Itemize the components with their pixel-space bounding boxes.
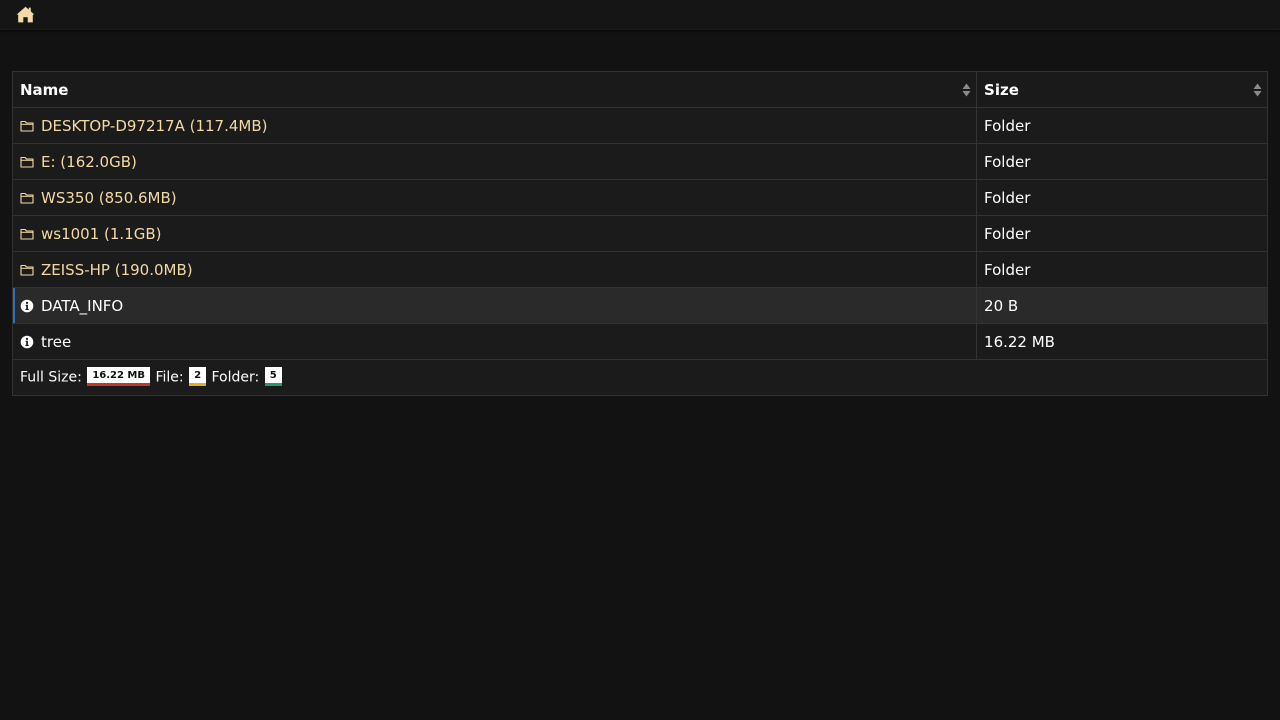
sort-icon[interactable] — [962, 83, 971, 97]
folder-icon — [20, 156, 34, 168]
table-row[interactable]: WS350 (850.6MB) Folder — [11, 179, 1268, 216]
name-cell[interactable]: ws1001 (1.1GB) — [11, 215, 978, 252]
file-table: Name Size DESKTOP-D97217A (117.4MB) Fold… — [11, 71, 1268, 396]
full-size-badge: 16.22 MB — [87, 367, 150, 386]
name-cell[interactable]: DESKTOP-D97217A (117.4MB) — [11, 107, 978, 144]
table-header-row: Name Size — [11, 71, 1268, 108]
size-cell: Folder — [976, 215, 1268, 252]
info-icon — [20, 299, 34, 312]
table-row[interactable]: E: (162.0GB) Folder — [11, 143, 1268, 180]
column-header-size-label: Size — [984, 80, 1019, 99]
sort-icon[interactable] — [1253, 83, 1262, 97]
name-cell[interactable]: WS350 (850.6MB) — [11, 179, 978, 216]
folder-icon — [20, 264, 34, 276]
column-header-name-label: Name — [20, 80, 69, 99]
size-cell: Folder — [976, 251, 1268, 288]
table-row[interactable]: ZEISS-HP (190.0MB) Folder — [11, 251, 1268, 288]
file-table-container: Name Size DESKTOP-D97217A (117.4MB) Fold… — [11, 71, 1268, 396]
summary-cell: Full Size: 16.22 MB File: 2 Folder: 5 — [12, 359, 1268, 396]
folder-link[interactable]: ws1001 (1.1GB) — [41, 225, 162, 243]
column-header-name[interactable]: Name — [11, 71, 978, 108]
name-cell[interactable]: tree — [11, 323, 978, 360]
name-cell[interactable]: E: (162.0GB) — [11, 143, 978, 180]
info-icon — [20, 335, 34, 348]
size-cell: Folder — [976, 179, 1268, 216]
size-cell: Folder — [976, 107, 1268, 144]
file-name[interactable]: tree — [41, 333, 71, 351]
table-row[interactable]: DATA_INFO 20 B — [11, 287, 1268, 324]
folder-link[interactable]: ZEISS-HP (190.0MB) — [41, 261, 193, 279]
table-row[interactable]: ws1001 (1.1GB) Folder — [11, 215, 1268, 252]
folder-link[interactable]: DESKTOP-D97217A (117.4MB) — [41, 117, 268, 135]
size-cell: 20 B — [976, 287, 1268, 324]
full-size-label: Full Size: — [20, 369, 82, 386]
folder-icon — [20, 192, 34, 204]
name-cell[interactable]: ZEISS-HP (190.0MB) — [11, 251, 978, 288]
folder-link[interactable]: E: (162.0GB) — [41, 153, 137, 171]
top-bar — [0, 0, 1280, 30]
table-row[interactable]: DESKTOP-D97217A (117.4MB) Folder — [11, 107, 1268, 144]
file-name[interactable]: DATA_INFO — [41, 297, 123, 315]
home-icon[interactable] — [16, 6, 35, 23]
folder-icon — [20, 228, 34, 240]
folder-icon — [20, 120, 34, 132]
folder-count-badge: 5 — [264, 367, 282, 386]
size-cell: Folder — [976, 143, 1268, 180]
folder-count-label: Folder: — [211, 369, 260, 386]
column-header-size[interactable]: Size — [976, 71, 1268, 108]
table-footer-row: Full Size: 16.22 MB File: 2 Folder: 5 — [12, 359, 1268, 396]
name-cell[interactable]: DATA_INFO — [11, 287, 978, 324]
folder-link[interactable]: WS350 (850.6MB) — [41, 189, 177, 207]
file-count-badge: 2 — [189, 367, 207, 386]
size-cell: 16.22 MB — [976, 323, 1268, 360]
file-count-label: File: — [155, 369, 184, 386]
table-row[interactable]: tree 16.22 MB — [11, 323, 1268, 360]
